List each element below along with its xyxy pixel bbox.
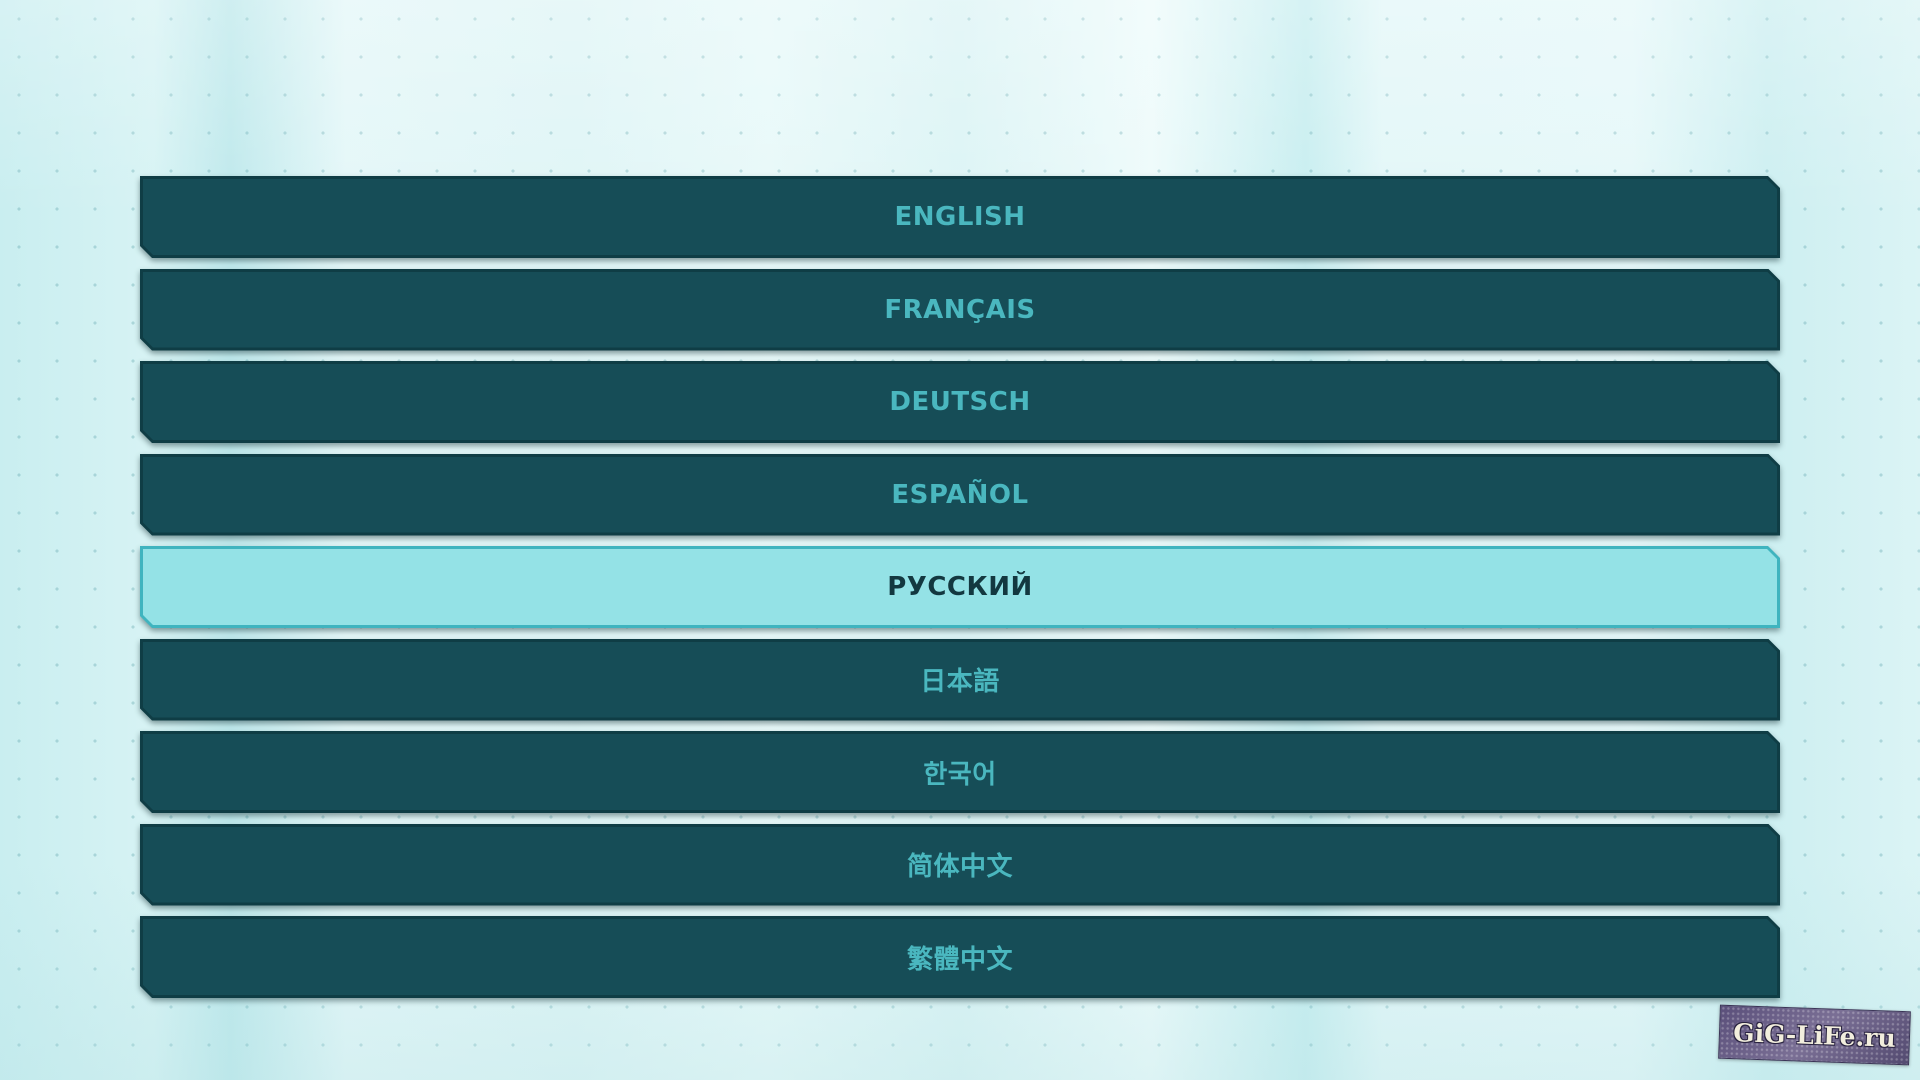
language-option-simplified-chinese[interactable]: 简体中文 [140, 824, 1780, 906]
language-label: ESPAÑOL [891, 479, 1029, 510]
language-option-french[interactable]: FRANÇAIS [140, 269, 1780, 351]
language-label: 繁體中文 [906, 944, 1013, 975]
language-option-german[interactable]: DEUTSCH [140, 361, 1780, 443]
language-label: DEUTSCH [889, 387, 1031, 417]
language-option-spanish[interactable]: ESPAÑOL [140, 454, 1780, 536]
language-option-english[interactable]: ENGLISH [140, 176, 1780, 258]
language-label: FRANÇAIS [884, 294, 1036, 325]
language-label: РУССКИЙ [887, 572, 1033, 602]
watermark-logo: GiG-LiFe.ru [1718, 1004, 1911, 1066]
language-label: 日本語 [920, 667, 1000, 697]
language-option-korean[interactable]: 한국어 [140, 731, 1780, 813]
language-label: 한국어 [923, 759, 997, 790]
language-menu: ENGLISH FRANÇAIS DEUTSCH ESPAÑOL РУССКИЙ… [140, 176, 1780, 1009]
watermark-text: GiG-LiFe.ru [1732, 1017, 1897, 1053]
language-option-japanese[interactable]: 日本語 [140, 639, 1780, 721]
language-label: 简体中文 [906, 852, 1013, 882]
language-option-russian[interactable]: РУССКИЙ [140, 546, 1780, 628]
language-option-traditional-chinese[interactable]: 繁體中文 [140, 916, 1780, 998]
language-label: ENGLISH [894, 202, 1026, 232]
